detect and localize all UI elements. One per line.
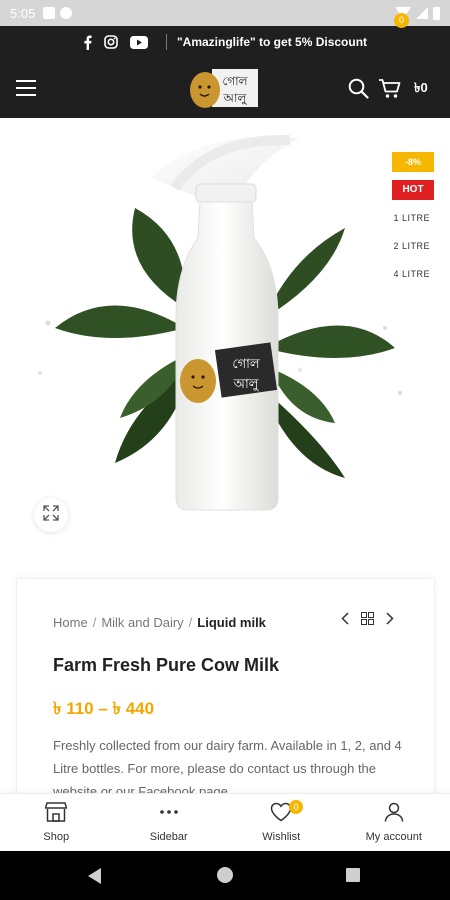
more-dots-icon	[158, 802, 180, 827]
social-links	[83, 35, 148, 50]
menu-icon[interactable]	[16, 80, 36, 96]
cart-total[interactable]: ৳0	[414, 79, 428, 100]
hot-badge: HOT	[392, 180, 434, 200]
nav-shop[interactable]: Shop	[0, 794, 113, 851]
product-gallery: গোল আলু -8% HOT 1 LITRE 2 LITRE 4 LITRE	[0, 118, 450, 558]
user-icon	[383, 802, 405, 827]
status-bar: 5:05	[0, 0, 450, 26]
home-icon[interactable]	[217, 867, 233, 883]
nav-account[interactable]: My account	[338, 794, 450, 851]
notification-icon	[60, 7, 73, 19]
product-image[interactable]: গোল আলু	[0, 118, 450, 558]
cart-icon[interactable]	[378, 78, 402, 104]
nav-sidebar-label: Sidebar	[149, 831, 188, 843]
signal-icon	[416, 7, 428, 19]
store-icon	[44, 802, 68, 827]
status-time: 5:05	[10, 5, 36, 21]
bottom-navigation: Shop Sidebar 0 Wishlist My account	[0, 793, 450, 851]
grid-icon[interactable]	[361, 612, 374, 630]
bottle-label-bottom: আলু	[233, 377, 260, 392]
recents-icon[interactable]	[346, 868, 360, 882]
breadcrumb-current: Liquid milk	[197, 615, 266, 630]
next-product-icon[interactable]	[386, 612, 394, 630]
instagram-icon[interactable]	[104, 35, 118, 49]
back-icon[interactable]	[88, 868, 101, 884]
nav-wishlist-label: Wishlist	[262, 831, 301, 843]
variant-2-litre[interactable]: 2 LITRE	[393, 241, 430, 251]
breadcrumb-category[interactable]: Milk and Dairy	[101, 615, 183, 630]
product-title: Farm Fresh Pure Cow Milk	[53, 655, 280, 675]
expand-icon	[43, 504, 59, 526]
sale-badge: -8%	[392, 152, 434, 172]
site-logo[interactable]: গোল আলু	[188, 65, 262, 111]
sim-icon	[43, 7, 56, 19]
variant-1-litre[interactable]: 1 LITRE	[393, 213, 430, 223]
youtube-icon[interactable]	[129, 35, 148, 49]
product-summary-card: Home / Milk and Dairy / Liquid milk Farm Fre…	[16, 578, 435, 808]
nav-wishlist[interactable]: 0 Wishlist	[225, 794, 338, 851]
promo-text: "Amazinglife" to get 5% Discount	[176, 35, 368, 49]
logo-text-bottom: আলু	[223, 91, 248, 106]
system-navigation-bar	[0, 851, 450, 900]
facebook-icon[interactable]	[83, 35, 92, 50]
battery-icon	[433, 6, 440, 20]
breadcrumb: Home / Milk and Dairy / Liquid milk	[53, 615, 266, 630]
cart-count-badge: 0	[394, 13, 409, 28]
wishlist-count-badge: 0	[289, 800, 303, 814]
promo-bar: "Amazinglife" to get 5% Discount	[0, 26, 450, 58]
site-header: গোল আলু	[0, 58, 450, 118]
breadcrumb-home[interactable]: Home	[53, 615, 88, 630]
nav-account-label: My account	[365, 831, 422, 843]
product-price: ৳ 110 – ৳ 440	[53, 699, 155, 718]
bottle-label-top: গোল	[232, 357, 260, 372]
variant-4-litre[interactable]: 4 LITRE	[393, 269, 430, 279]
promo-divider	[165, 34, 167, 50]
nav-shop-label: Shop	[43, 831, 70, 843]
prev-product-icon[interactable]	[341, 612, 349, 630]
zoom-button[interactable]	[34, 498, 68, 532]
search-icon[interactable]	[348, 78, 369, 104]
nav-sidebar[interactable]: Sidebar	[113, 794, 226, 851]
logo-text-top: গোল	[222, 74, 248, 88]
product-navigation	[341, 612, 394, 630]
